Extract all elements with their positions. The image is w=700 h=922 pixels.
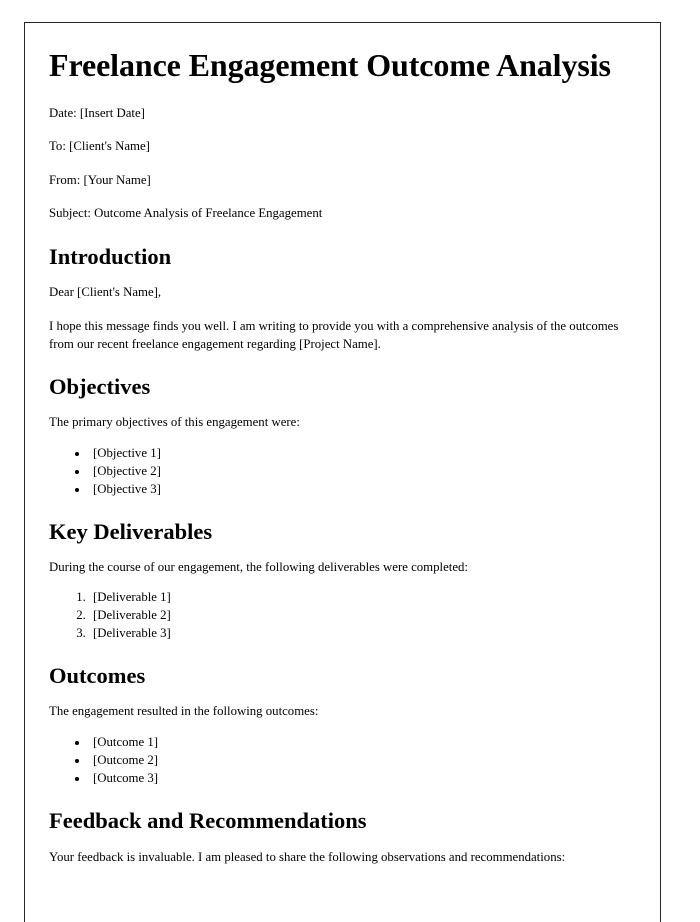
list-item: [Outcome 3] [89, 769, 632, 787]
objectives-intro: The primary objectives of this engagemen… [49, 415, 300, 430]
section-heading-key-deliverables: Key Deliverables [49, 518, 213, 544]
objectives-list: [Objective 1] [Objective 2] [Objective 3… [49, 444, 632, 498]
list-item: [Objective 2] [89, 462, 632, 480]
meta-line-to: To: [Client's Name] [49, 139, 150, 154]
document-page: Freelance Engagement Outcome Analysis Da… [24, 22, 661, 922]
document-body: Freelance Engagement Outcome Analysis Da… [25, 23, 660, 866]
list-item: [Objective 3] [89, 480, 632, 498]
section-heading-outcomes: Outcomes [49, 663, 146, 689]
list-item: [Outcome 2] [89, 751, 632, 769]
list-item: [Deliverable 2] [89, 606, 632, 624]
meta-line-date: Date: [Insert Date] [49, 105, 145, 120]
section-heading-introduction: Introduction [49, 243, 172, 269]
deliverables-list: [Deliverable 1] [Deliverable 2] [Deliver… [49, 588, 632, 642]
document-title: Freelance Engagement Outcome Analysis [49, 47, 611, 83]
section-heading-feedback-and-recommendations: Feedback and Recommendations [49, 807, 367, 833]
outcomes-intro: The engagement resulted in the following… [49, 704, 319, 719]
list-item: [Objective 1] [89, 444, 632, 462]
salutation: Dear [Client's Name], [49, 284, 162, 299]
meta-line-subject: Subject: Outcome Analysis of Freelance E… [49, 206, 323, 221]
list-item: [Deliverable 1] [89, 588, 632, 606]
feedback-intro: Your feedback is invaluable. I am please… [49, 849, 566, 864]
introduction-paragraph: I hope this message finds you well. I am… [49, 319, 619, 352]
list-item: [Outcome 1] [89, 733, 632, 751]
section-heading-objectives: Objectives [49, 374, 151, 400]
outcomes-list: [Outcome 1] [Outcome 2] [Outcome 3] [49, 733, 632, 787]
deliverables-intro: During the course of our engagement, the… [49, 559, 468, 574]
list-item: [Deliverable 3] [89, 624, 632, 642]
meta-line-from: From: [Your Name] [49, 172, 151, 187]
